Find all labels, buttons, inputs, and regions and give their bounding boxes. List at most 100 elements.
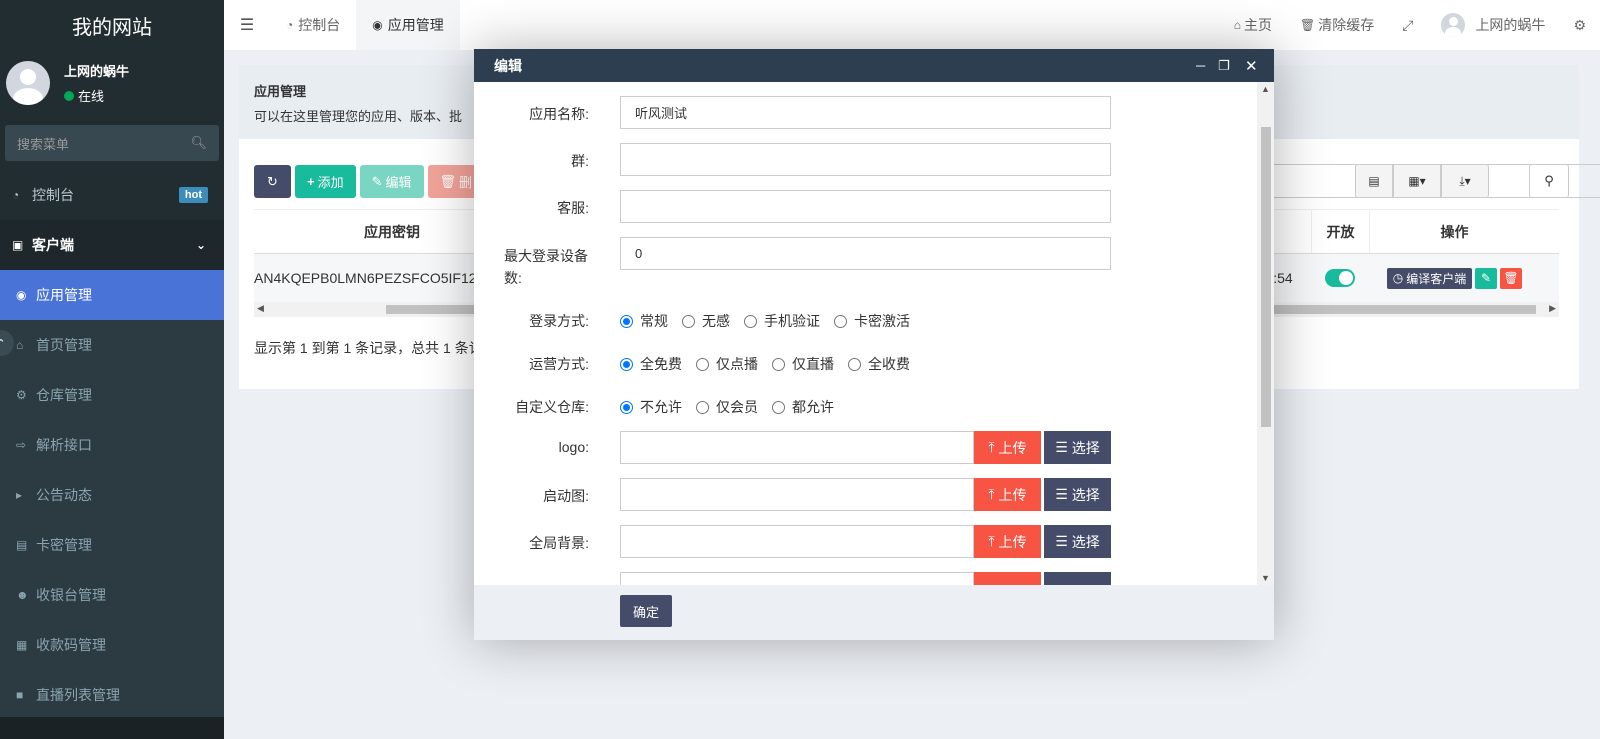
logo-input[interactable] <box>620 431 974 464</box>
radio-icon <box>834 314 847 328</box>
splash-upload-button[interactable]: ⤒ 上传 <box>974 478 1041 511</box>
column-header-open[interactable]: 开放 <box>1311 210 1369 253</box>
next-upload-button[interactable] <box>974 572 1041 585</box>
sidebar-item-card-keys[interactable]: ▤ 卡密管理 <box>0 520 224 570</box>
user-menu[interactable]: 上网的蜗牛 <box>1427 13 1559 37</box>
minimize-icon[interactable]: ─ <box>1196 49 1205 82</box>
login-radio-card[interactable]: 卡密激活 <box>834 311 910 331</box>
upload-icon: ⤒ <box>988 439 995 455</box>
login-radio-normal[interactable]: 常规 <box>620 311 668 331</box>
search-placeholder: 搜索菜单 <box>17 136 70 152</box>
user-name: 上网的蜗牛 <box>64 64 130 79</box>
login-radio-silent[interactable]: 无感 <box>682 311 730 331</box>
global-bg-input[interactable] <box>620 525 974 558</box>
operate-mode-radios: 全免费 仅点播 仅直播 全收费 <box>620 354 924 374</box>
confirm-button[interactable]: 确定 <box>620 595 672 627</box>
menu-search-input[interactable]: 搜索菜单 🔍︎ <box>5 125 219 161</box>
sidebar-item-parse-api[interactable]: ⇨ 解析接口 <box>0 420 224 470</box>
group-input[interactable] <box>620 143 1111 176</box>
edit-button[interactable]: ✎ 编辑 <box>359 165 424 198</box>
row-edit-button[interactable]: ✎ <box>1475 267 1497 289</box>
tab-label: 控制台 <box>298 17 341 33</box>
close-icon[interactable]: ✕ <box>1245 49 1258 82</box>
sidebar-item-live-list[interactable]: ■ 直播列表管理 <box>0 670 224 720</box>
modal-vertical-scrollbar[interactable]: ▲ ▼ <box>1257 82 1274 585</box>
sidebar-item-repo-management[interactable]: ⚙ 仓库管理 <box>0 370 224 420</box>
upload-label: 上传 <box>998 486 1027 503</box>
row-delete-button[interactable]: 🗑︎ <box>1500 267 1522 289</box>
column-header-key[interactable]: 应用密钥 <box>364 210 420 253</box>
sidebar-item-label: 直播列表管理 <box>36 687 120 703</box>
clear-cache-link[interactable]: 🗑︎ 清除缓存 <box>1286 15 1388 35</box>
columns-icon: ▦▾ <box>1408 174 1426 188</box>
repo-radio-member[interactable]: 仅会员 <box>696 397 758 417</box>
sidebar-item-payment-code[interactable]: ▦ 收款码管理 <box>0 620 224 670</box>
ops-cell: ◷ 编译客户端 ✎ 🗑︎ <box>1387 254 1525 302</box>
global-bg-select-button[interactable]: ☰ 选择 <box>1044 525 1111 558</box>
sidebar-item-announcements[interactable]: ▸ 公告动态 <box>0 470 224 520</box>
fullscreen-icon[interactable]: ⤢ <box>1388 17 1427 34</box>
scroll-up-icon[interactable]: ▲ <box>1261 84 1270 94</box>
sidebar-item-client[interactable]: ▣ 客户端 ⌄ <box>0 220 224 270</box>
export-button[interactable]: ⤓▾ <box>1441 164 1489 198</box>
app-name-input[interactable]: 听风测试 <box>620 96 1111 129</box>
logo-upload-button[interactable]: ⤒ 上传 <box>974 431 1041 464</box>
radio-checked-icon <box>620 357 633 371</box>
site-logo[interactable]: 我的网站 <box>0 0 224 50</box>
radio-checked-icon <box>620 400 633 414</box>
scroll-right-icon[interactable]: ▶ <box>1549 303 1556 314</box>
menu-toggle-icon[interactable]: ☰ <box>224 15 270 35</box>
repo-radio-deny[interactable]: 不允许 <box>620 397 682 417</box>
operate-radio-live[interactable]: 仅直播 <box>772 354 834 374</box>
custom-repo-radios: 不允许 仅会员 都允许 <box>620 397 848 417</box>
splash-select-button[interactable]: ☰ 选择 <box>1044 478 1111 511</box>
sidebar-item-cashier[interactable]: ☻ 收银台管理 <box>0 570 224 620</box>
export-icon: ⤓▾ <box>1459 173 1471 188</box>
open-toggle[interactable] <box>1325 269 1355 287</box>
cogs-icon: ⚙ <box>16 388 27 402</box>
bullhorn-icon: ▸ <box>16 488 23 502</box>
toggle-card-view-button[interactable]: ▤ <box>1355 164 1393 198</box>
next-select-button[interactable] <box>1044 572 1111 585</box>
operate-radio-free[interactable]: 全免费 <box>620 354 682 374</box>
scroll-thumb[interactable] <box>1261 127 1271 427</box>
max-devices-input[interactable]: 0 <box>620 237 1111 270</box>
trash-icon: 🗑︎ <box>1503 271 1519 285</box>
inbox-icon: ▣ <box>12 238 24 252</box>
global-bg-label: 全局背景: <box>529 535 589 551</box>
operate-radio-paid[interactable]: 全收费 <box>848 354 910 374</box>
maximize-icon[interactable]: ❐ <box>1218 49 1230 82</box>
user-plus-icon: ☻ <box>16 588 29 602</box>
logo-select-button[interactable]: ☰ 选择 <box>1044 431 1111 464</box>
next-input[interactable] <box>620 572 974 585</box>
radio-label: 仅会员 <box>716 399 758 415</box>
home-link[interactable]: ⌂ 主页 <box>1220 15 1286 35</box>
edit-client-button[interactable]: ◷ 编译客户端 <box>1387 267 1472 289</box>
scroll-left-icon[interactable]: ◀ <box>257 303 264 314</box>
sidebar-item-dashboard[interactable]: ◔ 控制台 hot <box>0 170 224 220</box>
sidebar-item-app-management[interactable]: ◉ 应用管理 <box>0 270 224 320</box>
modal-title-bar[interactable]: 编辑 ─ ❐ ✕ <box>474 49 1274 82</box>
table-tools: ▤ ▦▾ ⤓▾ <box>1355 164 1489 198</box>
operate-radio-vod[interactable]: 仅点播 <box>696 354 758 374</box>
plus-icon: + <box>307 174 315 189</box>
service-input[interactable] <box>620 190 1111 223</box>
tab-dashboard[interactable]: ◔ 控制台 <box>270 0 356 50</box>
columns-button[interactable]: ▦▾ <box>1393 164 1441 198</box>
login-radio-phone[interactable]: 手机验证 <box>744 311 820 331</box>
search-button[interactable]: ⚲ <box>1529 164 1569 198</box>
search-icon[interactable]: 🔍︎ <box>190 135 207 151</box>
global-bg-upload-button[interactable]: ⤒ 上传 <box>974 525 1041 558</box>
scroll-down-icon[interactable]: ▼ <box>1261 573 1270 583</box>
refresh-button[interactable]: ↻ <box>254 165 291 198</box>
add-button[interactable]: + 添加 <box>295 165 356 198</box>
repo-radio-all[interactable]: 都允许 <box>772 397 834 417</box>
user-avatar <box>6 61 50 105</box>
settings-cogs-icon[interactable]: ⚙ <box>1559 17 1600 34</box>
tab-app-management[interactable]: ◉ 应用管理 <box>356 0 460 50</box>
home-icon: ⌂ <box>16 338 24 352</box>
search-icon: ⚲ <box>1544 173 1554 188</box>
splash-input[interactable] <box>620 478 974 511</box>
sidebar-item-home-management[interactable]: ⌂ 首页管理 <box>0 320 224 370</box>
clock-icon: ◷ <box>1392 271 1404 285</box>
